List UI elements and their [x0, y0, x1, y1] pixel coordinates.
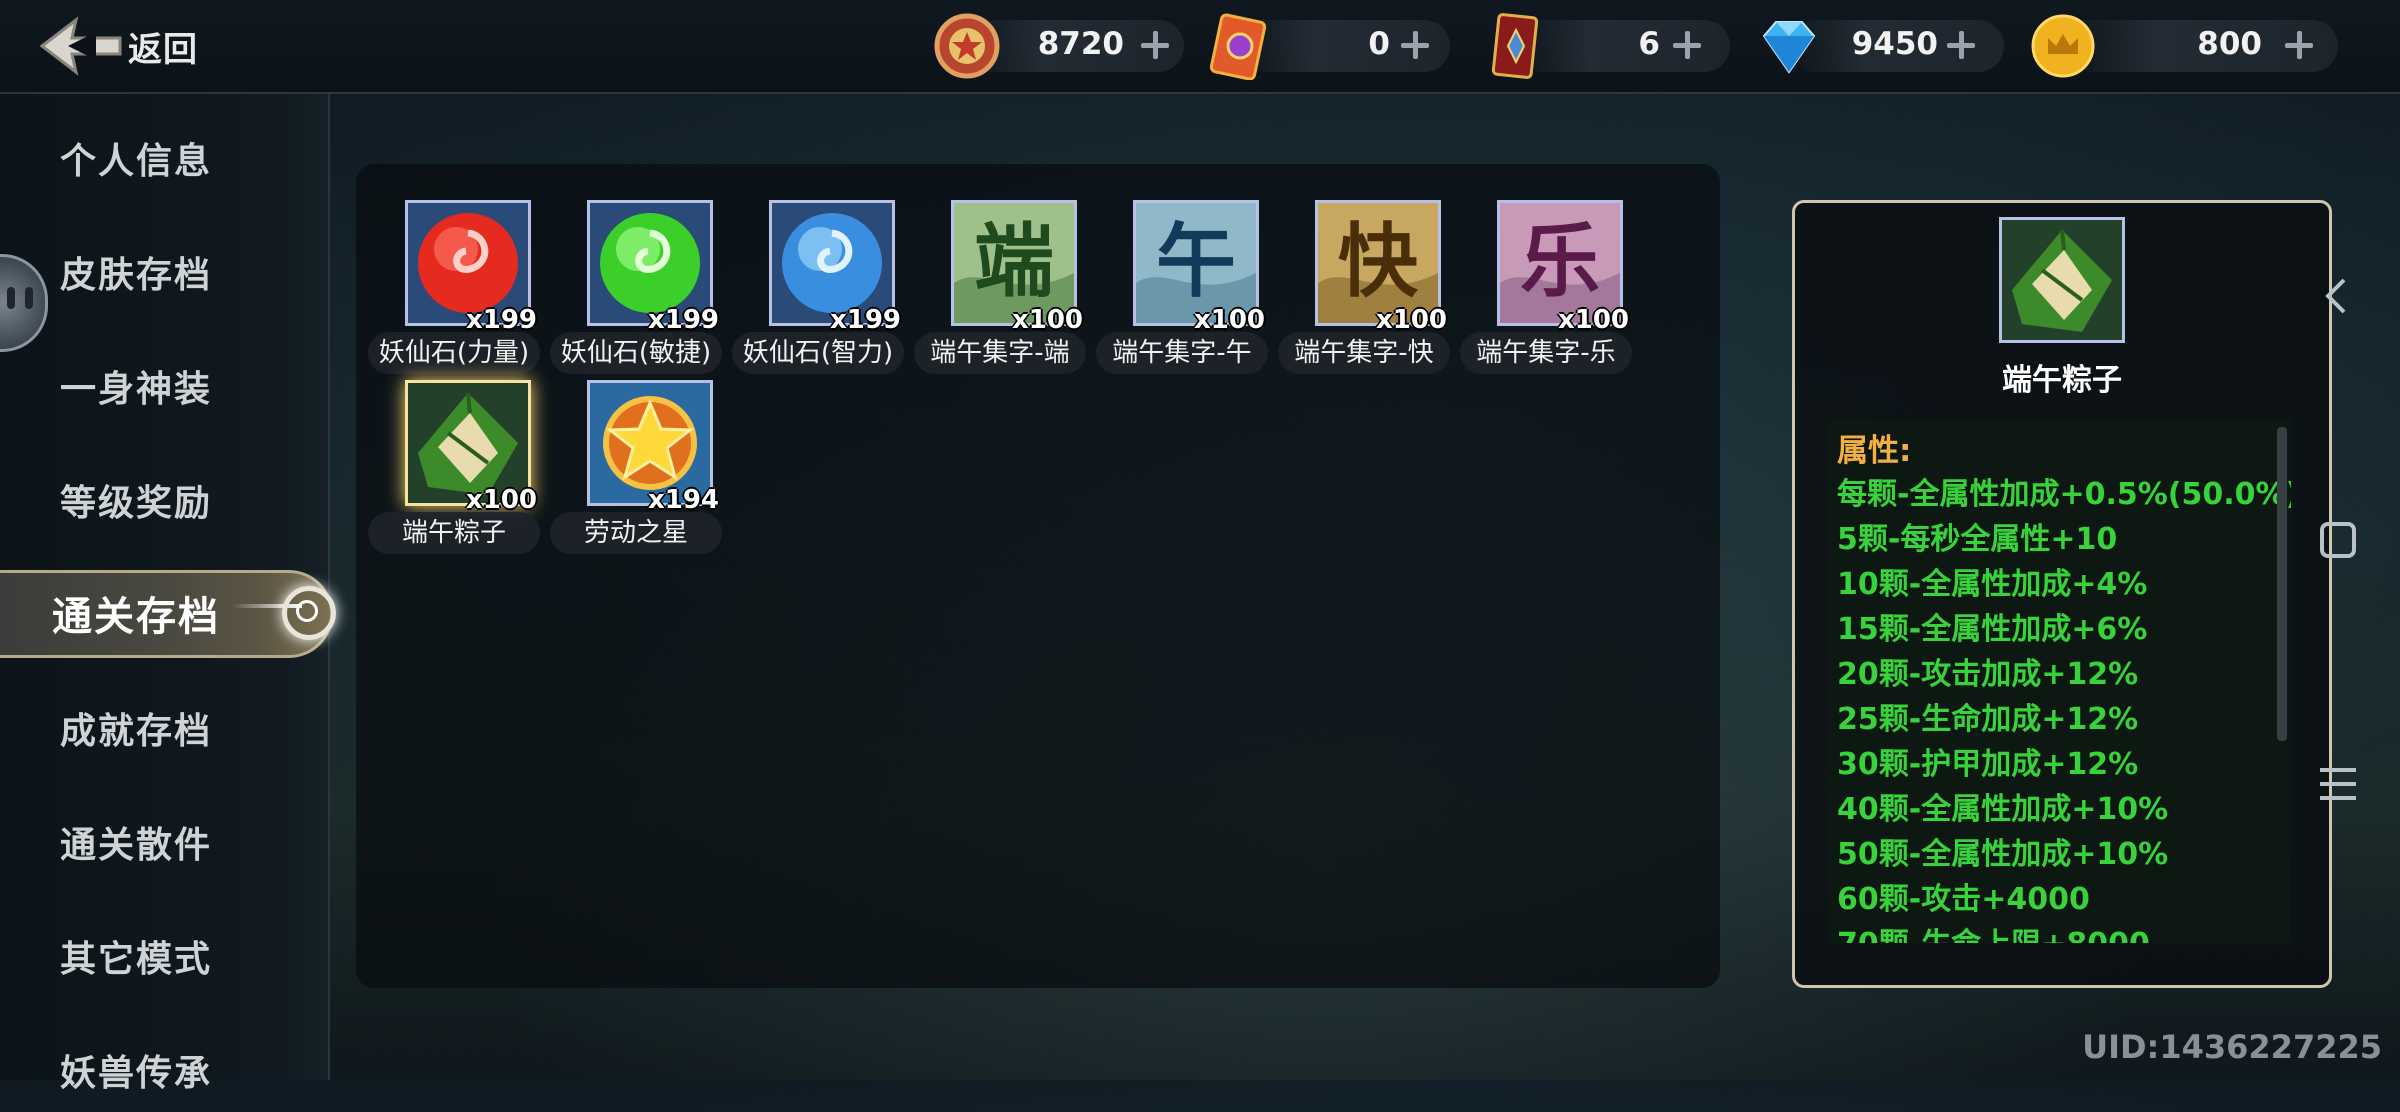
sidebar-item-label: 成就存档	[60, 711, 213, 752]
attribute-line: 30颗-护甲加成+12%	[1837, 747, 2139, 782]
sidebar-item-clear-parts[interactable]: 通关散件	[0, 794, 328, 884]
resource-red-card: 6	[1476, 12, 1730, 80]
sidebar-item-label: 等级奖励	[60, 483, 213, 524]
attribute-line: 20颗-攻击加成+12%	[1837, 657, 2139, 692]
svg-text:午: 午	[1156, 215, 1236, 308]
inventory-item[interactable]: x199 妖仙石(力量)	[368, 164, 540, 374]
sidebar-item-beast-legacy[interactable]: 妖兽传承	[0, 1022, 328, 1112]
resource-honor: 8720	[924, 12, 1184, 80]
attribute-heading: 属性:	[1837, 433, 1912, 469]
item-name: 端午集字-乐	[1460, 332, 1632, 374]
item-count: x100	[1375, 305, 1447, 335]
attribute-scrollbar[interactable]	[2277, 427, 2287, 741]
attribute-line: 70颗-生命上限+8000	[1837, 919, 2150, 943]
attribute-line: 10颗-全属性加成+4%	[1837, 567, 2148, 602]
sidebar-item-label: 妖兽传承	[60, 1053, 213, 1094]
item-count: x199	[647, 305, 719, 335]
inventory-item[interactable]: 快 x100 端午集字-快	[1278, 164, 1450, 374]
sidebar-item-other-modes[interactable]: 其它模式	[0, 908, 328, 998]
attribute-line: 40颗-全属性加成+10%	[1837, 792, 2169, 827]
nav-menu-icon[interactable]	[2316, 762, 2360, 806]
item-count: x100	[1193, 305, 1265, 335]
inventory-item[interactable]: 端 x100 端午集字-端	[914, 164, 1086, 374]
sidebar-item-achievement-archive[interactable]: 成就存档	[0, 680, 328, 770]
item-name: 端午集字-快	[1278, 332, 1450, 374]
top-bar: 返回 8720 0 6 9450 800	[0, 0, 2400, 94]
resource-amount: 0	[1368, 26, 1390, 62]
item-name: 端午粽子	[368, 512, 540, 554]
sidebar-item-label: 通关存档	[52, 594, 220, 640]
attribute-line: 5颗-每秒全属性+10	[1837, 522, 2118, 557]
sidebar-item-level-rewards[interactable]: 等级奖励	[0, 452, 328, 542]
item-count: x194	[647, 485, 719, 515]
svg-text:端: 端	[974, 215, 1054, 308]
sidebar-item-skin-archive[interactable]: 皮肤存档	[0, 224, 328, 314]
attribute-line: 每颗-全属性加成+0.5%(50.0%)	[1837, 477, 2291, 512]
inventory-item[interactable]: x194 劳动之星	[550, 344, 722, 554]
attribute-line: 50颗-全属性加成+10%	[1837, 837, 2169, 872]
back-label: 返回	[128, 29, 198, 70]
back-button[interactable]: 返回	[38, 14, 198, 78]
resource-amount: 8720	[1037, 26, 1124, 62]
resource-amount: 6	[1638, 26, 1660, 62]
item-count: x100	[465, 485, 537, 515]
sidebar: 个人信息 皮肤存档 一身神装 等级奖励 通关存档 成就存档 通关散件 其它模式 …	[0, 94, 336, 1094]
inventory-item[interactable]: x199 妖仙石(敏捷)	[550, 164, 722, 374]
back-arrow-icon	[39, 16, 122, 76]
svg-text:乐: 乐	[1520, 215, 1600, 308]
sidebar-item-label: 一身神装	[60, 369, 213, 410]
resource-purple-card: 0	[1200, 12, 1450, 80]
item-name: 端午集字-午	[1096, 332, 1268, 374]
gold-coin-icon	[2031, 14, 2095, 78]
nav-home-icon[interactable]	[2316, 518, 2360, 562]
sidebar-item-personal-info[interactable]: 个人信息	[0, 110, 328, 200]
item-count: x199	[465, 305, 537, 335]
resource-diamond: 9450	[1750, 12, 2004, 80]
item-count: x100	[1011, 305, 1083, 335]
sidebar-item-clear-archive[interactable]: 通关存档	[0, 564, 336, 658]
attribute-line: 15颗-全属性加成+6%	[1837, 612, 2148, 647]
inventory-panel: x199 妖仙石(力量) x199 妖仙石(敏捷) x199 妖仙石(智力) 端…	[356, 164, 1720, 988]
svg-text:快: 快	[1338, 215, 1419, 308]
purple-card-icon	[1209, 13, 1267, 80]
item-name: 端午集字-端	[914, 332, 1086, 374]
sidebar-item-label: 皮肤存档	[60, 255, 213, 296]
add-gold-button[interactable]	[2282, 28, 2316, 62]
add-honor-button[interactable]	[1138, 28, 1172, 62]
add-diamond-button[interactable]	[1944, 28, 1978, 62]
red-card-icon	[1491, 13, 1539, 79]
item-count: x100	[1557, 305, 1629, 335]
resource-amount: 800	[2197, 26, 2262, 62]
item-name: 妖仙石(智力)	[732, 332, 904, 374]
honor-medal-icon	[934, 13, 1000, 79]
diamond-icon	[1762, 21, 1816, 74]
attribute-line: 60颗-攻击+4000	[1837, 882, 2090, 917]
resource-amount: 9450	[1851, 26, 1938, 62]
item-name: 劳动之星	[550, 512, 722, 554]
nav-back-icon[interactable]	[2316, 274, 2360, 318]
inventory-item[interactable]: x199 妖仙石(智力)	[732, 164, 904, 374]
attribute-line: 25颗-生命加成+12%	[1837, 702, 2139, 737]
item-count: x199	[829, 305, 901, 335]
zongzi-icon	[2002, 220, 2122, 340]
sidebar-item-full-gear[interactable]: 一身神装	[0, 338, 328, 428]
item-detail-panel: 端午粽子 属性: 每颗-全属性加成+0.5%(50.0%) 5颗-每秒全属性+1…	[1792, 200, 2332, 988]
sidebar-item-label: 通关散件	[60, 825, 213, 866]
detail-title: 端午粽子	[2002, 363, 2122, 398]
sidebar-item-label: 其它模式	[60, 939, 213, 980]
active-indicator-icon	[282, 586, 336, 640]
sidebar-item-label: 个人信息	[60, 141, 213, 182]
inventory-item[interactable]: 乐 x100 端午集字-乐	[1460, 164, 1632, 374]
inventory-item[interactable]: 午 x100 端午集字-午	[1096, 164, 1268, 374]
add-red-card-button[interactable]	[1670, 28, 1704, 62]
add-purple-card-button[interactable]	[1398, 28, 1432, 62]
resource-gold: 800	[2024, 12, 2338, 80]
attribute-list[interactable]: 属性: 每颗-全属性加成+0.5%(50.0%) 5颗-每秒全属性+10 10颗…	[1827, 419, 2291, 943]
inventory-item-selected[interactable]: x100 端午粽子	[368, 344, 540, 554]
user-id: UID:1436227225	[2082, 1028, 2382, 1066]
